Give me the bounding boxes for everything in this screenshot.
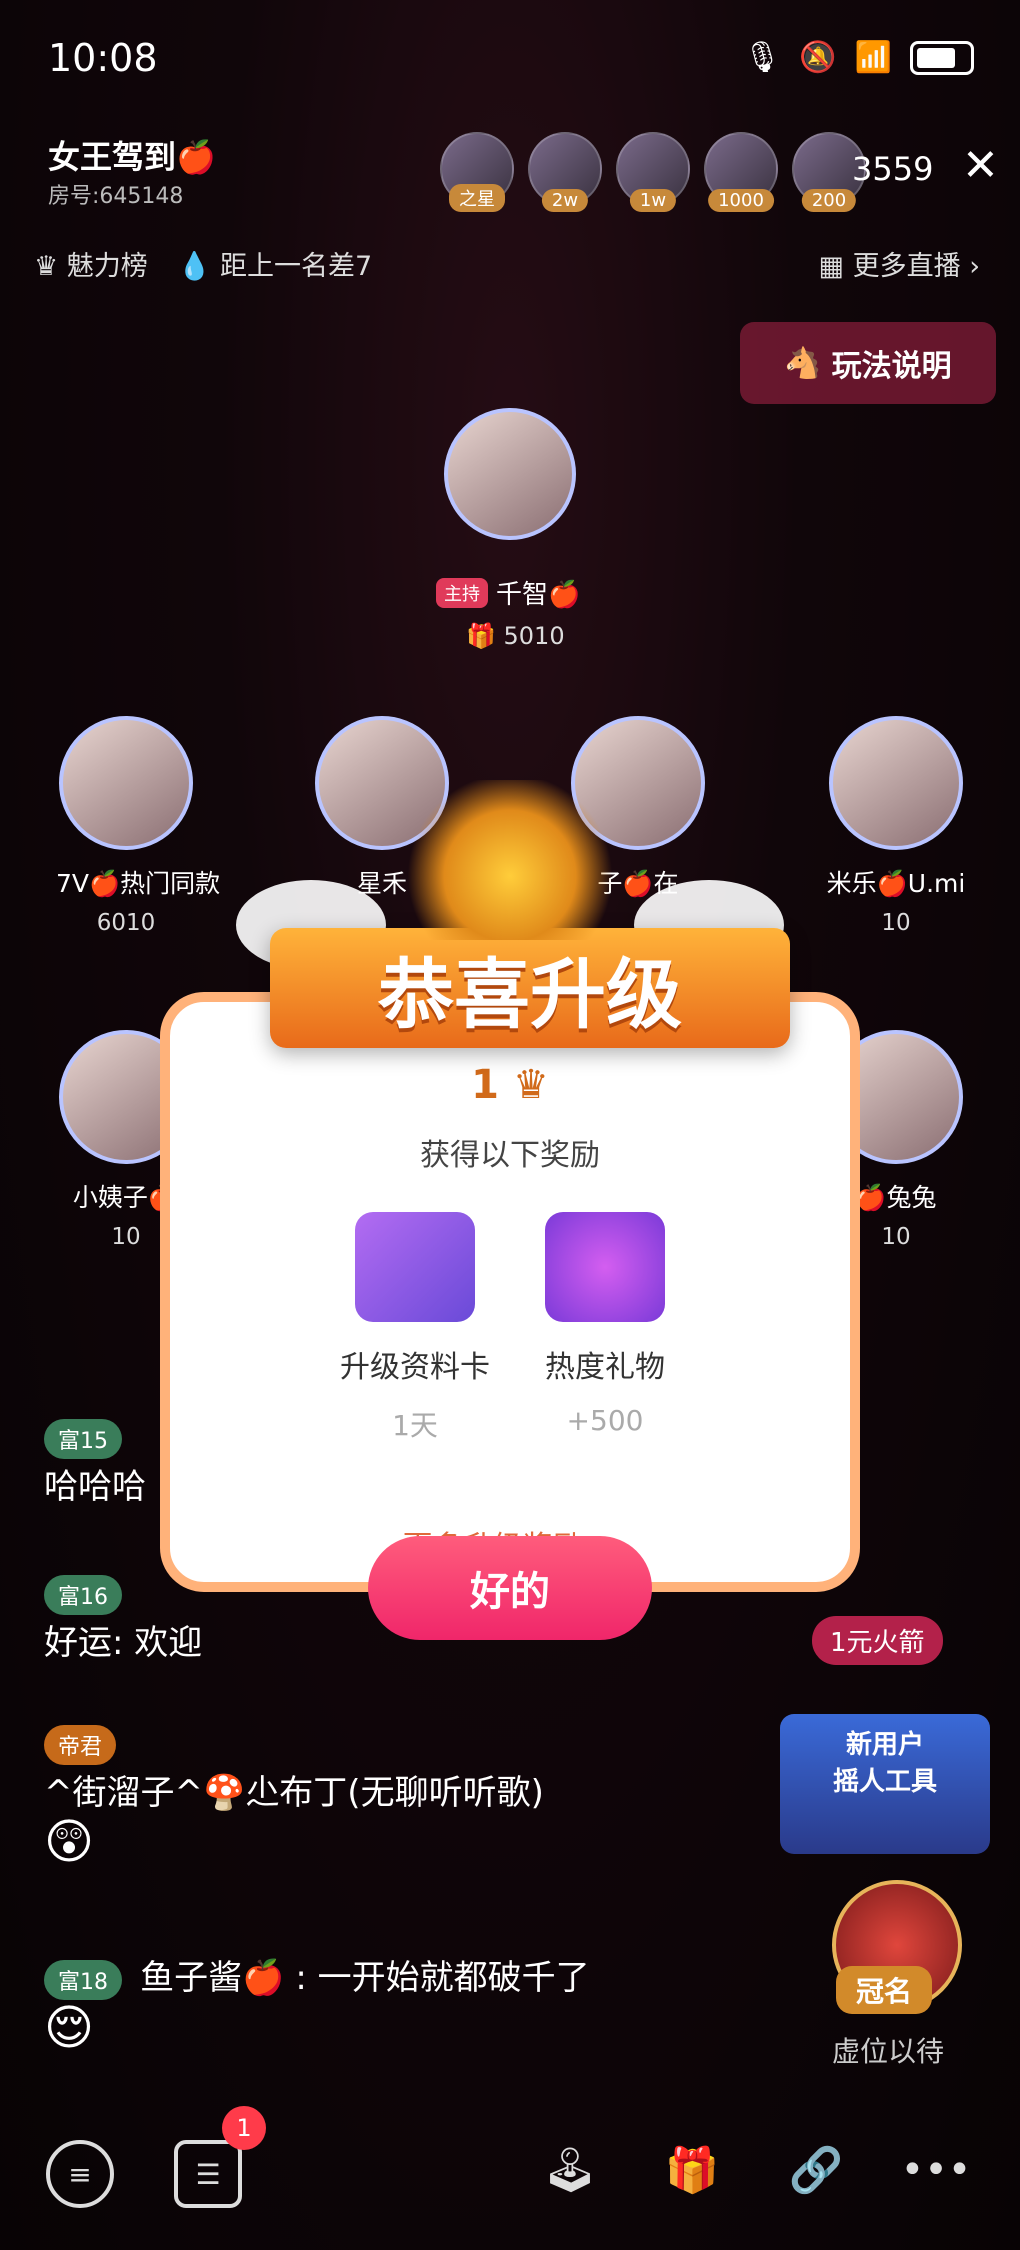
- viewer-avatar[interactable]: 1000: [704, 132, 778, 212]
- relieved-emoji-icon: 😌: [44, 2000, 95, 2056]
- modal-card: 1 ♛ 获得以下奖励 升级资料卡 1天 热度礼物 +500 更多升级奖励 >: [160, 992, 860, 1592]
- more-live-label: 更多直播: [852, 251, 961, 282]
- avatar: [444, 408, 576, 540]
- profile-card-icon: [355, 1212, 475, 1322]
- mic-seat[interactable]: 7V🍎热门同款 6010: [56, 716, 221, 936]
- viewer-avatar[interactable]: 2w: [528, 132, 602, 212]
- new-user-tool-button[interactable]: 新用户 摇人工具: [780, 1714, 990, 1854]
- battery-icon: [910, 40, 974, 75]
- level-number: 1: [471, 1062, 500, 1108]
- crown-icon: [400, 780, 620, 940]
- room-id: 房号:645148: [48, 184, 184, 209]
- reward-item: 热度礼物 +500: [520, 1212, 690, 1437]
- host-tag: 主持: [436, 577, 488, 608]
- level-badge: 富16: [44, 1575, 122, 1615]
- viewer-tag: 2w: [541, 189, 589, 212]
- chat-message: 帝君 ^街溜子^🍄尐布丁(无聊听听歌) 😲: [44, 1724, 544, 1870]
- viewer-avatar[interactable]: 1w: [616, 132, 690, 212]
- charm-rank-link[interactable]: ♛ 魅力榜: [34, 244, 148, 283]
- status-icons: 🎙 🔕 📶: [743, 40, 974, 75]
- more-icon[interactable]: •••: [901, 2140, 972, 2200]
- more-live-link[interactable]: ▦ 更多直播 ›: [819, 244, 981, 283]
- rocket-button[interactable]: 1元火箭: [812, 1616, 943, 1665]
- bottom-bar: ≡ ☰ 🕹 🎁 🔗 •••: [0, 2120, 1020, 2220]
- message-icon[interactable]: ☰: [174, 2140, 242, 2208]
- level-badge: 富18: [44, 1960, 122, 2000]
- sponsor-label: 冠名: [836, 1966, 933, 2014]
- mic-seat[interactable]: 米乐🍎U.mi 10: [826, 716, 966, 936]
- status-bar: 10:08 🎙 🔕 📶: [0, 0, 1020, 115]
- surprised-emoji-icon: 😲: [44, 1814, 95, 1870]
- reward-value: +500: [566, 1404, 644, 1437]
- sponsor-sub: 虚位以待: [832, 2035, 945, 2068]
- gift-icon[interactable]: 🎁: [662, 2140, 722, 2200]
- chat-input-icon[interactable]: ≡: [46, 2140, 114, 2208]
- level-line: 1 ♛: [170, 1062, 850, 1108]
- status-time: 10:08: [48, 36, 158, 80]
- host-score-value: 5010: [503, 622, 565, 650]
- link-icon[interactable]: 🔗: [786, 2140, 846, 2200]
- chat-text: ^街溜子^🍄尐布丁(无聊听听歌): [44, 1773, 544, 1813]
- modal-title: 恭喜升级: [270, 928, 790, 1048]
- rules-button[interactable]: 🐴 玩法说明: [740, 322, 996, 404]
- host-score: 🎁 5010: [466, 622, 565, 650]
- joystick-icon[interactable]: 🕹: [540, 2140, 600, 2200]
- seat-score: 6010: [96, 910, 156, 936]
- viewer-avatar[interactable]: 之星: [440, 132, 514, 212]
- reward-name: 升级资料卡: [340, 1350, 490, 1385]
- rank-gap-label: 距上一名差7: [220, 251, 373, 282]
- charm-rank-label: 魅力榜: [66, 251, 148, 282]
- level-badge: 富15: [44, 1419, 122, 1459]
- viewer-tag: 之星: [449, 184, 505, 212]
- close-icon[interactable]: ✕: [962, 140, 999, 191]
- host-seat[interactable]: [444, 408, 576, 540]
- chat-message: 富15 哈哈哈: [44, 1418, 146, 1508]
- new-user-label: 新用户 摇人工具: [832, 1730, 937, 1797]
- rocking-horse-icon: 🐴: [784, 345, 822, 381]
- wifi-icon: 📶: [854, 40, 892, 75]
- chat-message: 富18 鱼子酱🍎 : 一开始就都破千了 😌: [44, 1950, 590, 2056]
- seat-name: 米乐🍎U.mi: [826, 869, 966, 898]
- viewer-tag: 200: [801, 189, 857, 212]
- avatar: [59, 716, 193, 850]
- reward-value: 1天: [392, 1409, 438, 1442]
- viewer-avatars[interactable]: 之星 2w 1w 1000 200: [440, 132, 880, 212]
- rules-label: 玩法说明: [831, 349, 952, 384]
- message-badge: 1: [222, 2106, 266, 2150]
- rank-gap: 💧 距上一名差7: [177, 251, 373, 282]
- reward-name: 热度礼物: [545, 1350, 665, 1385]
- viewer-count[interactable]: 3559: [852, 150, 933, 188]
- host-name: 千智🍎: [496, 580, 581, 610]
- chat-text: 鱼子酱🍎 : 一开始就都破千了: [140, 1958, 590, 1998]
- mute-icon: 🔕: [799, 40, 837, 75]
- chat-text: 哈哈哈: [44, 1467, 146, 1507]
- charm-row: ♛ 魅力榜 💧 距上一名差7: [34, 244, 372, 283]
- viewer-tag: 1000: [708, 189, 774, 212]
- grid-icon: ▦: [818, 251, 845, 282]
- avatar: [829, 716, 963, 850]
- chat-message: 富16 好运: 欢迎: [44, 1574, 202, 1664]
- room-title: 女王驾到🍎: [48, 138, 216, 176]
- seat-score: 10: [881, 910, 911, 936]
- host-name-row: 主持 千智🍎: [436, 574, 580, 611]
- reward-item: 升级资料卡 1天: [330, 1212, 500, 1444]
- seat-name: 7V🍎热门同款: [56, 869, 221, 898]
- ok-button[interactable]: 好的: [368, 1536, 652, 1640]
- crown-badge-icon: ♛: [512, 1062, 549, 1108]
- reward-title: 获得以下奖励: [420, 1138, 600, 1173]
- viewer-tag: 1w: [629, 189, 677, 212]
- level-badge: 帝君: [44, 1725, 117, 1765]
- chat-text: 好运: 欢迎: [44, 1623, 203, 1663]
- mic-icon: 🎙: [743, 40, 782, 75]
- flame-gift-icon: [545, 1212, 665, 1322]
